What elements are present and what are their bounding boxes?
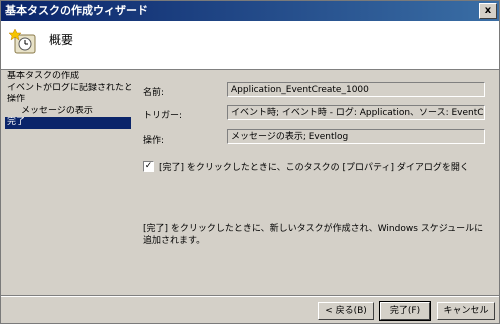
step-display-message[interactable]: メッセージの表示 [5, 106, 131, 118]
step-action[interactable]: 操作 [5, 94, 131, 106]
open-properties-checkbox[interactable]: ✓ [143, 161, 154, 172]
wizard-steps: 基本タスクの作成 イベントがログに記録されたとき 操作 メッセージの表示 完了 [5, 71, 131, 129]
name-field[interactable]: Application_EventCreate_1000 [227, 82, 485, 97]
trigger-label: トリガー: [143, 111, 183, 121]
wizard-window: 基本タスクの作成ウィザード x 概要 基本タスクの作成 イベントがログに記録され… [0, 0, 500, 324]
title-bar: 基本タスクの作成ウィザード x [1, 1, 499, 21]
step-finish[interactable]: 完了 [5, 117, 131, 129]
wizard-header: 概要 [1, 21, 499, 70]
task-clock-icon [9, 28, 36, 54]
action-field[interactable]: メッセージの表示; Eventlog [227, 129, 485, 144]
step-trigger[interactable]: イベントがログに記録されたとき [5, 83, 131, 95]
button-separator [1, 295, 499, 297]
page-title: 概要 [49, 33, 74, 47]
back-button[interactable]: < 戻る(B) [318, 302, 374, 320]
step-create-basic-task[interactable]: 基本タスクの作成 [5, 71, 131, 83]
cancel-button[interactable]: キャンセル [437, 302, 495, 320]
open-properties-label[interactable]: [完了] をクリックしたときに、このタスクの [プロパティ] ダイアログを開く [159, 160, 469, 173]
finish-button[interactable]: 完了(F) [379, 301, 431, 321]
window-title: 基本タスクの作成ウィザード [5, 4, 148, 17]
close-button[interactable]: x [479, 3, 497, 19]
trigger-field[interactable]: イベント時; イベント時 - ログ: Application、ソース: Even… [227, 105, 485, 120]
name-label: 名前: [143, 88, 165, 98]
action-label: 操作: [143, 136, 165, 146]
finish-info-text: [完了] をクリックしたときに、新しいタスクが作成され、Windows スケジュ… [143, 224, 484, 246]
